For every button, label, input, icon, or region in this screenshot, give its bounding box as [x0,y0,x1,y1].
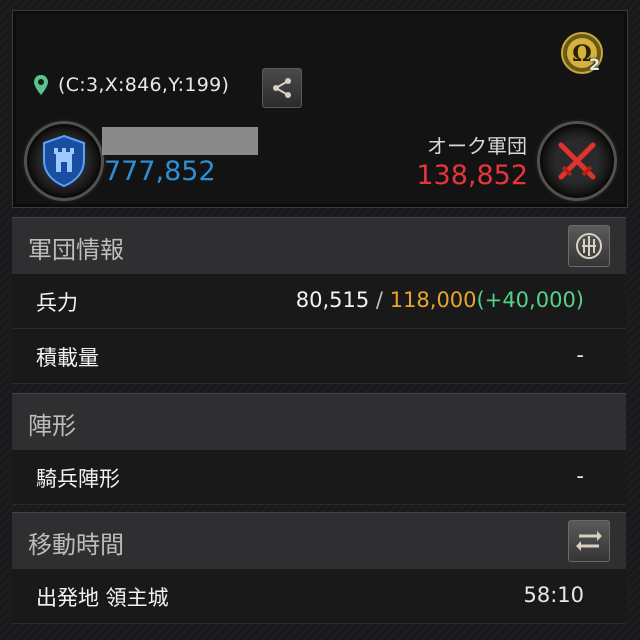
army-info-title: 軍団情報 [28,236,124,264]
capacity-row: 積載量 - [12,329,626,384]
share-button[interactable] [262,68,302,108]
origin-row: 出発地 領主城 58:10 [12,569,626,624]
troops-label: 兵力 [36,291,78,315]
info-sword-icon [576,233,602,259]
troops-value: 80,515 / 118,000(+40,000) [296,288,584,312]
location-pin-icon [34,75,48,95]
swap-origin-button[interactable] [568,520,610,562]
troops-row: 兵力 80,515 / 118,000(+40,000) [12,274,626,329]
omega-level-badge: 2 [589,55,601,74]
coordinate-text: (C:3,X:846,Y:199) [58,74,230,96]
formation-label: 騎兵陣形 [36,467,120,491]
enemy-emblem [537,121,617,201]
troops-current: 80,515 [295,288,370,312]
share-icon [273,78,291,98]
formation-header: 陣形 [12,393,626,450]
player-emblem [24,121,104,201]
origin-label: 出発地 領主城 [36,586,169,610]
troops-bonus: (+40,000) [476,288,584,312]
troops-max: 118,000 [389,288,477,312]
capacity-label: 積載量 [36,346,99,370]
move-time-title: 移動時間 [28,531,124,559]
march-info-panel: (C:3,X:846,Y:199) Ω 2 777,852 オーク軍団 138,… [0,0,640,640]
move-time-value: 58:10 [523,583,584,607]
player-power: 777,852 [104,156,216,187]
coordinate-display: (C:3,X:846,Y:199) [32,74,229,96]
army-info-header: 軍団情報 [12,217,626,274]
formation-value: - [576,464,584,488]
swap-arrows-icon [576,531,602,551]
capacity-value: - [576,343,584,367]
player-name-redacted [102,127,258,155]
formation-row: 騎兵陣形 - [12,450,626,505]
troops-separator: / [375,288,383,312]
army-detail-button[interactable] [568,225,610,267]
formation-title: 陣形 [28,412,76,440]
shield-castle-icon [43,134,85,188]
move-time-header: 移動時間 [12,512,626,569]
enemy-name: オーク軍団 [427,134,527,158]
enemy-power: 138,852 [416,160,528,191]
crossed-swords-icon [558,142,596,180]
